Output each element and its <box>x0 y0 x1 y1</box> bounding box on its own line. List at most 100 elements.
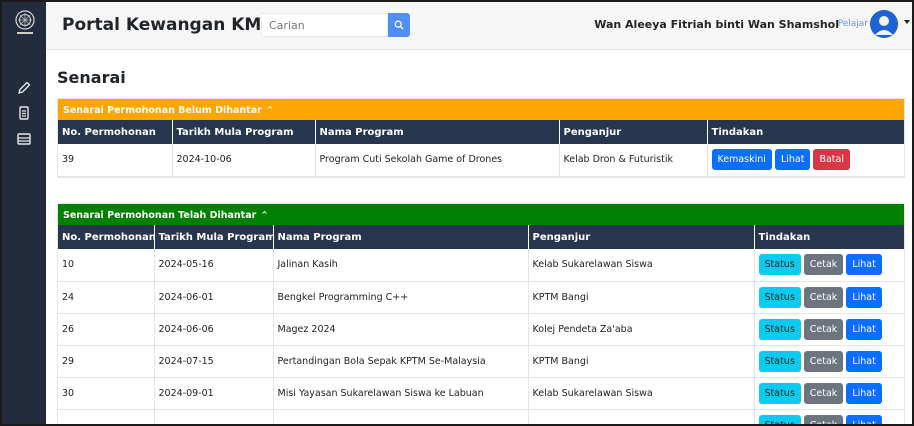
cancel-button[interactable]: Batal <box>813 149 850 171</box>
print-button[interactable]: Cetak <box>803 350 844 372</box>
table-row: 24 2024-06-01 Bengkel Programming C++ KP… <box>58 281 904 314</box>
submitted-table-header-row: No. Permohonan Tarikh Mula Program Nama … <box>58 225 904 249</box>
search-icon <box>394 20 404 30</box>
start-date: 2024-09-01 <box>154 377 274 410</box>
actions-cell: Status Cetak Lihat <box>754 313 904 346</box>
user-role: Pelajar <box>837 19 868 29</box>
program-name: Magez 2024 <box>273 313 529 346</box>
program-name: Program Cuti Sekolah Game of Drones <box>315 144 560 177</box>
edit-button[interactable]: Kemaskini <box>711 149 772 171</box>
application-no: 10 <box>58 249 155 282</box>
application-no: 29 <box>58 345 155 378</box>
start-date: 2024-06-06 <box>154 313 274 346</box>
status-button[interactable]: Status <box>758 382 801 404</box>
organizer: Kolej Pendeta Za'aba <box>528 313 755 346</box>
view-button[interactable]: Lihat <box>846 382 882 404</box>
document-icon[interactable] <box>16 105 32 121</box>
organizer: Kelab Sukarelawan Siswa <box>528 377 755 410</box>
view-button[interactable]: Lihat <box>846 414 882 424</box>
print-button[interactable]: Cetak <box>803 318 844 340</box>
table-row: 26 2024-06-06 Magez 2024 Kolej Pendeta Z… <box>58 313 904 346</box>
column-header: Nama Program <box>315 120 560 144</box>
view-button[interactable]: Lihat <box>846 254 882 276</box>
draft-panel-header[interactable]: Senarai Permohonan Belum Dihantar ^ <box>58 99 904 120</box>
status-button[interactable]: Status <box>758 254 801 276</box>
print-button[interactable]: Cetak <box>803 382 844 404</box>
table-row: 39 2024-10-06 Program Cuti Sekolah Game … <box>58 144 904 177</box>
table-row: Status Cetak Lihat <box>58 409 904 424</box>
program-name: Pertandingan Bola Sepak KPTM Se-Malaysia <box>273 345 529 378</box>
top-navbar: Portal Kewangan KMUKM Wan Aleeya Fitriah… <box>46 2 912 50</box>
draft-table-header-row: No. Permohonan Tarikh Mula Program Nama … <box>58 120 904 144</box>
kmukm-logo-icon[interactable] <box>14 10 36 38</box>
organizer <box>528 409 755 424</box>
status-button[interactable]: Status <box>758 318 801 340</box>
organizer: KPTM Bangi <box>528 281 755 314</box>
view-button[interactable]: Lihat <box>774 149 811 171</box>
status-button[interactable]: Status <box>758 350 801 372</box>
status-button[interactable]: Status <box>758 414 801 424</box>
start-date: 2024-07-15 <box>154 345 274 378</box>
column-header: Penganjur <box>559 120 708 144</box>
table-row: 10 2024-05-16 Jalinan Kasih Kelab Sukare… <box>58 249 904 282</box>
column-header: Tarikh Mula Program <box>172 120 316 144</box>
start-date: 2024-10-06 <box>172 144 316 177</box>
application-no <box>58 409 155 424</box>
search-button[interactable] <box>388 13 410 37</box>
program-name: Jalinan Kasih <box>273 249 529 282</box>
print-button[interactable]: Cetak <box>803 286 844 308</box>
actions-cell: Status Cetak Lihat <box>754 249 904 282</box>
view-button[interactable]: Lihat <box>846 350 882 372</box>
table-row: 29 2024-07-15 Pertandingan Bola Sepak KP… <box>58 345 904 378</box>
program-name: Bengkel Programming C++ <box>273 281 529 314</box>
start-date: 2024-05-16 <box>154 249 274 282</box>
application-no: 39 <box>58 144 173 177</box>
sidebar <box>2 2 46 424</box>
status-button[interactable]: Status <box>758 286 801 308</box>
page-title: Senarai <box>57 68 126 87</box>
column-header: Penganjur <box>528 225 755 249</box>
table-icon[interactable] <box>16 131 32 147</box>
actions-cell: Status Cetak Lihat <box>754 377 904 410</box>
app-window: Portal Kewangan KMUKM Wan Aleeya Fitriah… <box>0 0 914 426</box>
submitted-panel-title: Senarai Permohonan Telah Dihantar <box>63 210 257 221</box>
chevron-up-icon: ^ <box>266 105 274 114</box>
user-name: Wan Aleeya Fitriah binti Wan Shamshol <box>594 18 839 31</box>
column-header: Tarikh Mula Program <box>154 225 274 249</box>
column-header: Nama Program <box>273 225 529 249</box>
print-button[interactable]: Cetak <box>803 414 844 424</box>
search-input[interactable] <box>261 13 388 37</box>
application-no: 24 <box>58 281 155 314</box>
draft-table: No. Permohonan Tarikh Mula Program Nama … <box>58 120 904 177</box>
actions-cell: Status Cetak Lihat <box>754 345 904 378</box>
view-button[interactable]: Lihat <box>846 286 882 308</box>
avatar[interactable] <box>870 10 898 38</box>
column-header: Tindakan <box>754 225 904 249</box>
submitted-table: No. Permohonan Tarikh Mula Program Nama … <box>58 225 904 424</box>
organizer: Kelab Sukarelawan Siswa <box>528 249 755 282</box>
draft-panel-title: Senarai Permohonan Belum Dihantar <box>63 105 262 116</box>
chevron-up-icon: ^ <box>261 210 268 219</box>
column-header: Tindakan <box>707 120 904 144</box>
pencil-icon[interactable] <box>16 80 32 96</box>
actions-cell: Status Cetak Lihat <box>754 409 904 424</box>
actions-cell: Kemaskini Lihat Batal <box>707 144 904 177</box>
column-header: No. Permohonan <box>58 120 173 144</box>
user-avatar-icon <box>870 10 898 38</box>
program-name: Misi Yayasan Sukarelawan Siswa ke Labuan <box>273 377 529 410</box>
print-button[interactable]: Cetak <box>803 254 844 276</box>
start-date <box>154 409 274 424</box>
submitted-panel-header[interactable]: Senarai Permohonan Telah Dihantar ^ <box>58 204 904 225</box>
application-no: 30 <box>58 377 155 410</box>
draft-applications-panel: Senarai Permohonan Belum Dihantar ^ No. P… <box>57 98 905 178</box>
start-date: 2024-06-01 <box>154 281 274 314</box>
submitted-applications-panel: Senarai Permohonan Telah Dihantar ^ No. P… <box>57 203 905 424</box>
view-button[interactable]: Lihat <box>846 318 882 340</box>
search-group <box>261 13 411 37</box>
actions-cell: Status Cetak Lihat <box>754 281 904 314</box>
column-header: No. Permohonan <box>58 225 155 249</box>
application-no: 26 <box>58 313 155 346</box>
table-row: 30 2024-09-01 Misi Yayasan Sukarelawan S… <box>58 377 904 410</box>
user-menu-caret-icon[interactable] <box>904 20 910 24</box>
organizer: Kelab Dron & Futuristik <box>559 144 708 177</box>
